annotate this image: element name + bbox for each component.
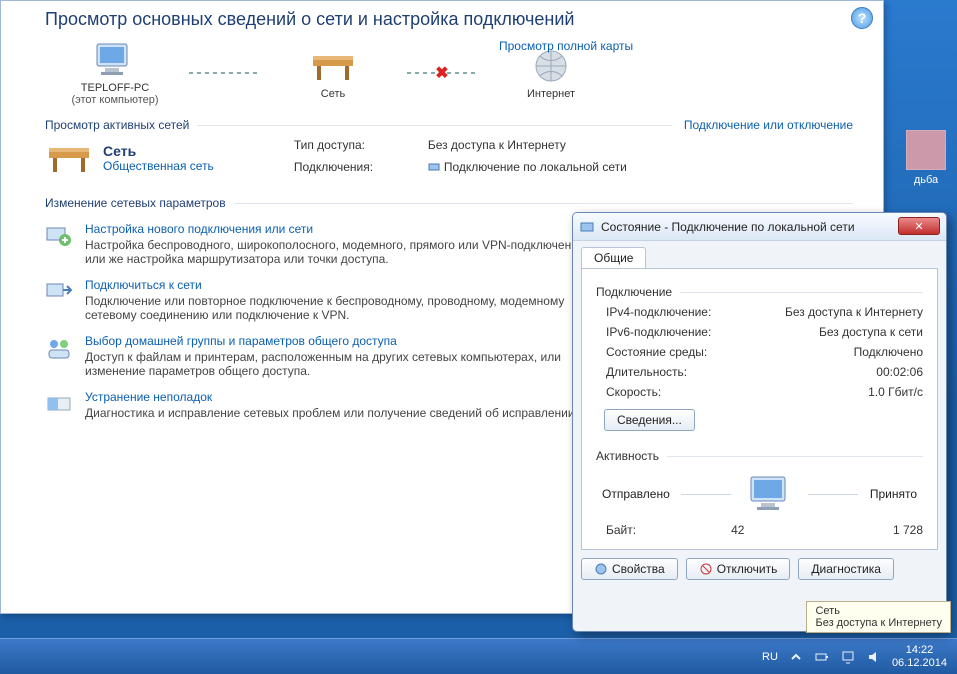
tooltip-line2: Без доступа к Интернету (815, 617, 942, 629)
opt-new-connection-desc: Настройка беспроводного, широкополосного… (85, 238, 605, 266)
node-internet: Интернет (481, 46, 621, 100)
nic-icon (428, 161, 440, 173)
sent-label: Отправлено (602, 487, 670, 501)
broken-x-icon: ✖ (435, 63, 448, 83)
page-title: Просмотр основных сведений о сети и наст… (45, 9, 853, 30)
tray-language[interactable]: RU (762, 651, 778, 663)
diagnose-button[interactable]: Диагностика (798, 558, 894, 580)
opt-homegroup[interactable]: Выбор домашней группы и параметров общег… (85, 334, 397, 348)
network-tooltip: Сеть Без доступа к Интернету (806, 601, 951, 633)
shortcut-icon (906, 130, 946, 170)
close-button[interactable]: ✕ (898, 217, 940, 235)
node-net-label: Сеть (321, 88, 345, 100)
active-networks-header: Просмотр активных сетей (45, 118, 189, 132)
opt-troubleshoot-desc: Диагностика и исправление сетевых пробле… (85, 406, 578, 420)
properties-button[interactable]: Свойства (581, 558, 678, 580)
ipv4-key: IPv4-подключение: (596, 305, 746, 319)
desktop-shortcut[interactable]: дьба (901, 130, 951, 186)
disable-icon (699, 562, 713, 576)
tab-pane-general: Подключение IPv4-подключение:Без доступа… (581, 268, 938, 550)
view-full-map-link[interactable]: Просмотр полной карты (499, 39, 633, 53)
media-key: Состояние среды: (596, 345, 746, 359)
speed-key: Скорость: (596, 385, 746, 399)
clock-date: 06.12.2014 (892, 657, 947, 670)
tray-battery-icon[interactable] (814, 649, 830, 665)
group-connection: Подключение (596, 285, 672, 299)
new-connection-icon (45, 222, 73, 250)
details-button[interactable]: Сведения... (604, 409, 695, 431)
bench-icon (45, 138, 93, 178)
nic-icon (579, 219, 595, 235)
lan-status-dialog: Состояние - Подключение по локальной сет… (572, 212, 947, 632)
network-type-link[interactable]: Общественная сеть (103, 159, 214, 173)
access-type-key: Тип доступа: (294, 138, 414, 156)
activity-computer-icon (743, 473, 797, 515)
opt-homegroup-desc: Доступ к файлам и принтерам, расположенн… (85, 350, 605, 378)
tray-chevron-up-icon[interactable] (788, 649, 804, 665)
opt-connect-network-desc: Подключение или повторное подключение к … (85, 294, 605, 322)
node-pc-sublabel: (этот компьютер) (71, 94, 158, 106)
homegroup-icon (45, 334, 73, 362)
computer-icon (91, 40, 139, 80)
node-this-pc: TEPLOFF-PC (этот компьютер) (45, 40, 185, 106)
dialog-titlebar[interactable]: Состояние - Подключение по локальной сет… (573, 213, 946, 241)
network-map: TEPLOFF-PC (этот компьютер) Сеть ✖ Интер… (45, 40, 853, 106)
connections-key: Подключения: (294, 160, 414, 178)
disable-button[interactable]: Отключить (686, 558, 791, 580)
bytes-recv-value: 1 728 (800, 523, 924, 537)
node-network: Сеть (263, 46, 403, 100)
clock-time: 14:22 (892, 644, 947, 657)
bench-icon (309, 46, 357, 86)
node-internet-label: Интернет (527, 88, 575, 100)
change-settings-header: Изменение сетевых параметров (45, 196, 226, 210)
tray-clock[interactable]: 14:22 06.12.2014 (892, 644, 947, 669)
shortcut-label: дьба (901, 174, 951, 186)
connect-disconnect-link[interactable]: Подключение или отключение (684, 118, 853, 132)
opt-connect-network[interactable]: Подключиться к сети (85, 278, 202, 292)
tray-network-icon[interactable] (840, 649, 856, 665)
connect-network-icon (45, 278, 73, 306)
taskbar: RU 14:22 06.12.2014 (0, 638, 957, 674)
troubleshoot-icon (45, 390, 73, 418)
node-pc-label: TEPLOFF-PC (81, 82, 149, 94)
active-network-block: Сеть Общественная сеть (45, 138, 214, 178)
opt-new-connection[interactable]: Настройка нового подключения или сети (85, 222, 313, 236)
speed-value: 1.0 Гбит/с (746, 385, 923, 399)
gear-icon (594, 562, 608, 576)
ipv6-key: IPv6-подключение: (596, 325, 746, 339)
connection-link[interactable]: Подключение по локальной сети (428, 160, 627, 178)
dialog-title-text: Состояние - Подключение по локальной сет… (601, 220, 855, 234)
recv-label: Принято (870, 487, 917, 501)
tray-volume-icon[interactable] (866, 649, 882, 665)
system-tray: RU 14:22 06.12.2014 (762, 644, 957, 669)
access-type-value: Без доступа к Интернету (428, 138, 627, 156)
group-activity: Активность (596, 449, 659, 463)
bytes-key: Байт: (596, 523, 676, 537)
ipv4-value: Без доступа к Интернету (746, 305, 923, 319)
opt-troubleshoot[interactable]: Устранение неполадок (85, 390, 212, 404)
media-value: Подключено (746, 345, 923, 359)
duration-key: Длительность: (596, 365, 746, 379)
bytes-sent-value: 42 (676, 523, 800, 537)
tab-general[interactable]: Общие (581, 247, 646, 268)
ipv6-value: Без доступа к сети (746, 325, 923, 339)
map-link-broken: ✖ (407, 72, 477, 74)
network-name: Сеть (103, 143, 214, 159)
duration-value: 00:02:06 (746, 365, 923, 379)
tooltip-line1: Сеть (815, 605, 942, 617)
map-link-ok (189, 72, 259, 74)
help-icon[interactable]: ? (851, 7, 873, 29)
